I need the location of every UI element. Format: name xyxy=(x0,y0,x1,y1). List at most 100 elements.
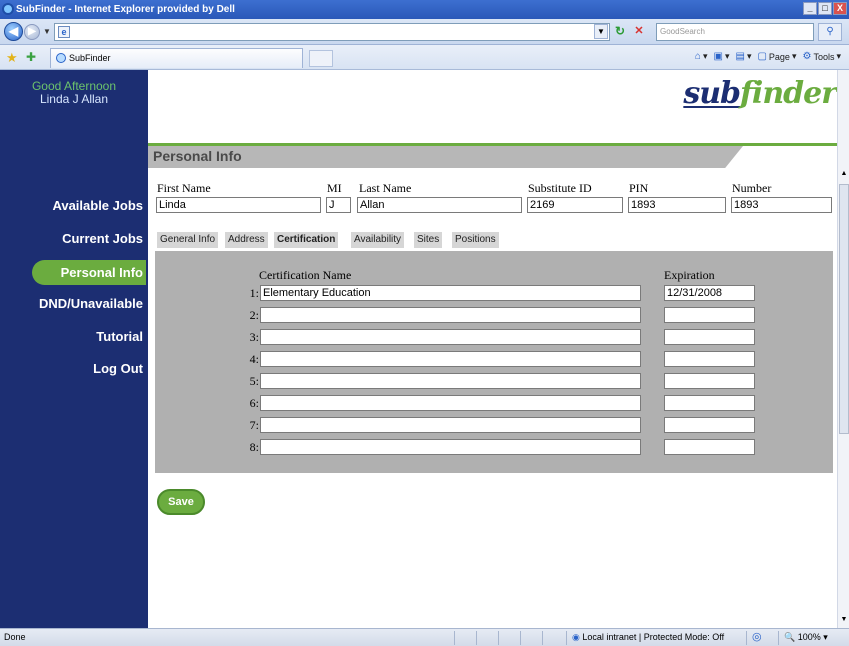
recent-pages-dropdown-icon[interactable]: ▼ xyxy=(43,27,51,36)
status-divider xyxy=(542,631,543,645)
section-title: Personal Info xyxy=(153,148,242,164)
search-icon[interactable]: ⚲ xyxy=(818,23,842,41)
new-tab-button[interactable] xyxy=(309,50,333,67)
nav-log-out[interactable]: Log Out xyxy=(93,361,143,376)
first-name-label: First Name xyxy=(157,181,211,195)
security-zone-label: Local intranet | Protected Mode: Off xyxy=(582,632,725,642)
feeds-button[interactable]: ▣ ▾ xyxy=(714,51,730,62)
certification-name-field[interactable] xyxy=(260,395,641,411)
favorites-star-icon[interactable]: ★ xyxy=(6,50,18,66)
minimize-button[interactable]: _ xyxy=(803,2,817,15)
subfinder-logo: subfinder® xyxy=(683,76,837,111)
row-number: 4: xyxy=(249,352,259,366)
tab-title: SubFinder xyxy=(69,53,111,63)
forward-button[interactable]: ▶ xyxy=(24,24,40,40)
expiration-field[interactable]: 12/31/2008 xyxy=(664,285,755,301)
status-bar: Done ◉ Local intranet | Protected Mode: … xyxy=(0,628,849,646)
tab-toolbar: ★ ✚ SubFinder ⌂ ▾ ▣ ▾ ▤ ▾ ▢ Page ▾ ⚙ Tools ▾ xyxy=(0,45,849,70)
zoom-control[interactable]: 🔍 100% ▾ xyxy=(784,629,828,646)
row-number: 8: xyxy=(249,440,259,454)
expiration-field[interactable] xyxy=(664,439,755,455)
address-input[interactable]: e xyxy=(54,23,610,41)
page-menu-label: Page xyxy=(768,51,790,62)
certification-name-field[interactable] xyxy=(260,329,641,345)
mi-field[interactable]: J xyxy=(326,197,351,213)
window-controls: _ □ X xyxy=(803,2,847,15)
substitute-id-field[interactable]: 2169 xyxy=(527,197,623,213)
home-icon: ⌂ xyxy=(694,51,701,62)
home-button[interactable]: ⌂ ▾ xyxy=(695,51,708,62)
feeds-icon: ▣ xyxy=(713,51,723,62)
logo-part-finder: finder xyxy=(740,76,837,111)
intranet-globe-icon: ◉ xyxy=(572,632,580,642)
zoom-level: 100% xyxy=(797,632,821,642)
vertical-scrollbar[interactable]: ▲ ▼ xyxy=(837,70,849,628)
status-text: Done xyxy=(4,632,26,642)
status-divider xyxy=(566,631,567,645)
expiration-field[interactable] xyxy=(664,307,755,323)
tab-address[interactable]: Address xyxy=(224,231,269,249)
command-bar: ⌂ ▾ ▣ ▾ ▤ ▾ ▢ Page ▾ ⚙ Tools ▾ xyxy=(695,51,841,62)
scroll-up-icon[interactable]: ▲ xyxy=(839,170,849,180)
tab-availability[interactable]: Availability xyxy=(350,231,406,249)
last-name-field[interactable]: Allan xyxy=(357,197,522,213)
scroll-thumb[interactable] xyxy=(839,184,849,434)
tab-sites[interactable]: Sites xyxy=(413,231,444,249)
back-button[interactable]: ◀ xyxy=(4,22,23,41)
stop-icon[interactable]: ✕ xyxy=(632,24,646,39)
row-number: 5: xyxy=(249,374,259,388)
browser-tab[interactable]: SubFinder xyxy=(50,48,303,68)
security-zone[interactable]: ◉ Local intranet | Protected Mode: Off xyxy=(572,629,724,646)
nav-dnd-unavailable[interactable]: DND/Unavailable xyxy=(39,296,143,311)
tools-menu-label: Tools xyxy=(813,51,835,62)
save-button[interactable]: Save xyxy=(157,489,205,515)
tab-general-info[interactable]: General Info xyxy=(156,231,220,249)
expiration-field[interactable] xyxy=(664,351,755,367)
tools-menu[interactable]: ⚙ Tools ▾ xyxy=(802,51,841,62)
status-divider xyxy=(454,631,455,645)
pin-field[interactable]: 1893 xyxy=(628,197,726,213)
window-title: SubFinder - Internet Explorer provided b… xyxy=(16,4,235,15)
close-button[interactable]: X xyxy=(833,2,847,15)
nav-available-jobs[interactable]: Available Jobs xyxy=(52,198,143,213)
page-menu-icon: ▢ xyxy=(757,51,767,62)
sidebar: Good Afternoon Linda J Allan Available J… xyxy=(0,70,148,628)
tab-page-icon xyxy=(56,53,66,63)
substitute-id-label: Substitute ID xyxy=(528,181,592,195)
expiration-field[interactable] xyxy=(664,417,755,433)
certification-name-field[interactable]: Elementary Education xyxy=(260,285,641,301)
nav-personal-info[interactable]: Personal Info xyxy=(32,260,146,285)
scroll-down-icon[interactable]: ▼ xyxy=(839,616,849,626)
user-name: Linda J Allan xyxy=(39,92,109,106)
zoom-icon: 🔍 xyxy=(784,632,796,642)
maximize-button[interactable]: □ xyxy=(818,2,832,15)
row-number: 2: xyxy=(249,308,259,322)
mi-label: MI xyxy=(327,181,342,195)
certification-name-field[interactable] xyxy=(260,351,641,367)
expiration-field[interactable] xyxy=(664,395,755,411)
certification-name-field[interactable] xyxy=(260,373,641,389)
tools-gear-icon: ⚙ xyxy=(802,51,812,62)
nav-current-jobs[interactable]: Current Jobs xyxy=(62,231,143,246)
expiration-field[interactable] xyxy=(664,373,755,389)
refresh-icon[interactable]: ↻ xyxy=(612,24,628,39)
add-favorite-icon[interactable]: ✚ xyxy=(26,50,36,64)
search-input[interactable]: GoodSearch xyxy=(656,23,814,41)
nav-tutorial[interactable]: Tutorial xyxy=(96,329,143,344)
tab-certification[interactable]: Certification xyxy=(273,231,340,249)
address-dropdown-icon[interactable]: ▼ xyxy=(594,24,608,39)
certification-name-field[interactable] xyxy=(260,439,641,455)
certification-name-field[interactable] xyxy=(260,307,641,323)
expiration-field[interactable] xyxy=(664,329,755,345)
certification-name-field[interactable] xyxy=(260,417,641,433)
print-button[interactable]: ▤ ▾ xyxy=(735,51,751,62)
first-name-field[interactable]: Linda xyxy=(156,197,321,213)
number-field[interactable]: 1893 xyxy=(731,197,832,213)
protected-mode-icon[interactable]: ◎ xyxy=(752,629,762,646)
page-menu[interactable]: ▢ Page ▾ xyxy=(757,51,796,62)
row-number: 1: xyxy=(249,286,259,300)
status-divider xyxy=(498,631,499,645)
page-header: subfinder® xyxy=(148,70,837,143)
page-icon: e xyxy=(58,26,70,38)
tab-positions[interactable]: Positions xyxy=(451,231,500,249)
